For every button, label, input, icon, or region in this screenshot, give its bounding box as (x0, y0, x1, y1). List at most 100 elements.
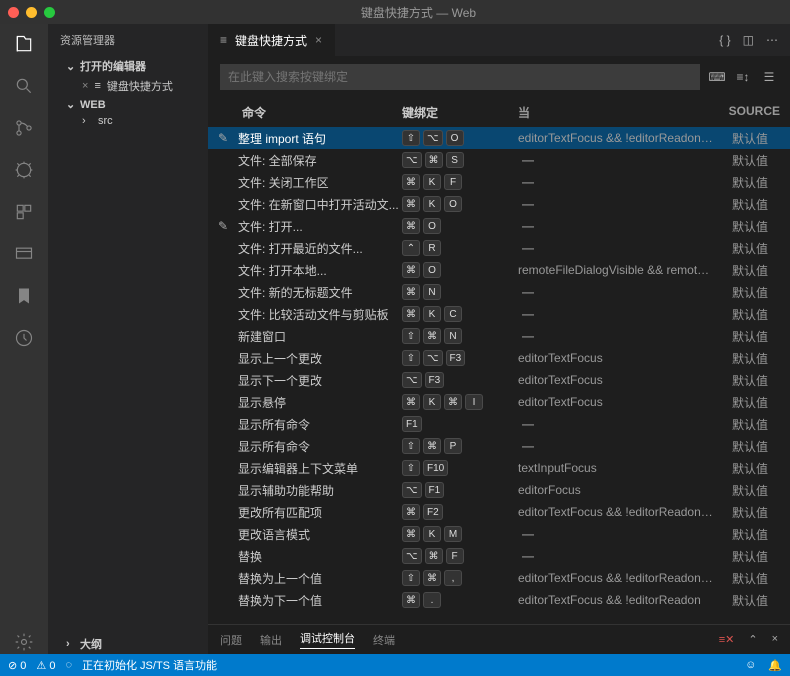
explorer-icon[interactable] (12, 32, 36, 56)
table-row[interactable]: ✎文件: 打开...⌘O—默认值 (208, 215, 790, 237)
command-label: 文件: 打开本地... (238, 262, 327, 279)
bottom-panel: 问题 输出 调试控制台 终端 ≡✕ ⌃ × (208, 624, 790, 654)
settings-icon[interactable] (12, 630, 36, 654)
when-cell: — (512, 285, 732, 299)
outline-section[interactable]: ›大纲 (48, 634, 208, 654)
table-row[interactable]: 显示辅助功能帮助⌥F1editorFocus默认值 (208, 479, 790, 501)
minimize-window[interactable] (26, 7, 37, 18)
extensions-icon[interactable] (12, 200, 36, 224)
command-label: 替换为下一个值 (238, 592, 322, 609)
status-warnings[interactable]: ⚠ 0 (36, 659, 55, 672)
sort-icon[interactable]: ≡↕ (734, 70, 752, 84)
editor-area: ≡ 键盘快捷方式 × { } ◫ ⋯ ⌨ ≡↕ ☰ 命令 键绑定 当 SOURC… (208, 24, 790, 654)
when-cell: textInputFocus (512, 461, 732, 475)
source-cell: 默认值 (732, 592, 780, 609)
bell-icon[interactable]: 🔔 (768, 659, 782, 672)
table-row[interactable]: 文件: 新的无标题文件⌘N—默认值 (208, 281, 790, 303)
edit-icon[interactable]: ✎ (218, 131, 232, 145)
tab-keybindings[interactable]: ≡ 键盘快捷方式 × (208, 24, 335, 56)
table-row[interactable]: 显示上一个更改⇧⌥F3editorTextFocus默认值 (208, 347, 790, 369)
table-row[interactable]: 文件: 在新窗口中打开活动文...⌘KO—默认值 (208, 193, 790, 215)
table-header: 命令 键绑定 当 SOURCE (208, 98, 790, 127)
folder-section[interactable]: ⌄WEB (48, 96, 208, 113)
close-icon[interactable]: × (82, 80, 88, 92)
table-row[interactable]: 显示所有命令F1—默认值 (208, 413, 790, 435)
search-input[interactable] (220, 64, 700, 90)
panel-output[interactable]: 输出 (260, 632, 282, 648)
status-bar: ⊘ 0 ⚠ 0 ◌ 正在初始化 JS/TS 语言功能 ☺ 🔔 (0, 654, 790, 676)
folder-src[interactable]: ›src (48, 113, 208, 129)
table-row[interactable]: 更改语言模式⌘KM—默认值 (208, 523, 790, 545)
table-row[interactable]: ✎整理 import 语句⇧⌥OeditorTextFocus && !edit… (208, 127, 790, 149)
close-window[interactable] (8, 7, 19, 18)
when-cell: — (512, 417, 732, 431)
table-row[interactable]: 替换⌥⌘F—默认值 (208, 545, 790, 567)
table-row[interactable]: 替换为上一个值⇧⌘,editorTextFocus && !editorRead… (208, 567, 790, 589)
when-cell: editorTextFocus && !editorReadon… (512, 131, 732, 145)
table-row[interactable]: 新建窗口⇧⌘N—默认值 (208, 325, 790, 347)
status-errors[interactable]: ⊘ 0 (8, 659, 26, 672)
bookmark-icon[interactable] (12, 284, 36, 308)
json-icon[interactable]: { } (719, 33, 730, 47)
maximize-window[interactable] (44, 7, 55, 18)
status-message: 正在初始化 JS/TS 语言功能 (82, 657, 217, 673)
panel-debug-console[interactable]: 调试控制台 (300, 630, 355, 649)
col-source[interactable]: SOURCE (729, 104, 780, 121)
record-keys-icon[interactable]: ⌨ (708, 70, 726, 84)
panel-close-icon[interactable]: × (772, 633, 778, 646)
command-label: 显示下一个更改 (238, 372, 322, 389)
when-cell: editorTextFocus && !editorReadon… (512, 505, 732, 519)
more-icon[interactable]: ⋯ (766, 33, 778, 47)
filter-icon[interactable]: ☰ (760, 70, 778, 84)
table-row[interactable]: 显示所有命令⇧⌘P—默认值 (208, 435, 790, 457)
keybinding-cell: ⌘KF (402, 174, 512, 190)
keybinding-cell: ⌘KC (402, 306, 512, 322)
source-cell: 默认值 (732, 482, 780, 499)
table-row[interactable]: 显示下一个更改⌥F3editorTextFocus默认值 (208, 369, 790, 391)
debug-icon[interactable] (12, 158, 36, 182)
table-row[interactable]: 替换为下一个值⌘.editorTextFocus && !editorReado… (208, 589, 790, 611)
panel-maximize-icon[interactable]: ⌃ (748, 633, 757, 646)
timeline-icon[interactable] (12, 326, 36, 350)
table-row[interactable]: 更改所有匹配项⌘F2editorTextFocus && !editorRead… (208, 501, 790, 523)
keybinding-cell: ⌘KO (402, 196, 512, 212)
remote-icon[interactable] (12, 242, 36, 266)
source-cell: 默认值 (732, 240, 780, 257)
when-cell: editorFocus (512, 483, 732, 497)
table-row[interactable]: 文件: 打开最近的文件...⌃R—默认值 (208, 237, 790, 259)
edit-icon[interactable]: ✎ (218, 219, 232, 233)
split-icon[interactable]: ◫ (743, 33, 754, 47)
command-label: 整理 import 语句 (238, 130, 326, 147)
clear-icon[interactable]: ≡✕ (719, 633, 735, 646)
when-cell: — (512, 329, 732, 343)
keybindings-icon: ≡ (220, 33, 227, 47)
search-icon[interactable] (12, 74, 36, 98)
command-label: 文件: 关闭工作区 (238, 174, 329, 191)
source-cell: 默认值 (732, 504, 780, 521)
command-label: 文件: 在新窗口中打开活动文... (238, 196, 399, 213)
feedback-icon[interactable]: ☺ (745, 659, 756, 672)
table-row[interactable]: 文件: 全部保存⌥⌘S—默认值 (208, 149, 790, 171)
keybindings-list[interactable]: ✎整理 import 语句⇧⌥OeditorTextFocus && !edit… (208, 127, 790, 624)
col-command[interactable]: 命令 (218, 104, 402, 121)
table-row[interactable]: 文件: 关闭工作区⌘KF—默认值 (208, 171, 790, 193)
command-label: 文件: 比较活动文件与剪贴板 (238, 306, 389, 323)
chevron-down-icon: ⌄ (66, 98, 76, 111)
table-row[interactable]: 文件: 比较活动文件与剪贴板⌘KC—默认值 (208, 303, 790, 325)
open-editor-item[interactable]: ×≡键盘快捷方式 (48, 76, 208, 96)
source-control-icon[interactable] (12, 116, 36, 140)
table-row[interactable]: 显示悬停⌘K⌘IeditorTextFocus默认值 (208, 391, 790, 413)
keybinding-cell: ⌥⌘F (402, 548, 512, 564)
table-row[interactable]: 文件: 打开本地...⌘OremoteFileDialogVisible && … (208, 259, 790, 281)
sidebar: 资源管理器 ⌄打开的编辑器 ×≡键盘快捷方式 ⌄WEB ›src ›大纲 (48, 24, 208, 654)
close-icon[interactable]: × (315, 33, 322, 47)
open-editors-section[interactable]: ⌄打开的编辑器 (48, 56, 208, 76)
col-keybinding[interactable]: 键绑定 (402, 104, 512, 121)
window-controls[interactable] (8, 7, 55, 18)
table-row[interactable]: 显示编辑器上下文菜单⇧F10textInputFocus默认值 (208, 457, 790, 479)
panel-terminal[interactable]: 终端 (373, 632, 395, 648)
col-when[interactable]: 当 (512, 104, 729, 121)
panel-problems[interactable]: 问题 (220, 632, 242, 648)
command-label: 显示编辑器上下文菜单 (238, 460, 358, 477)
keybinding-cell: ⌘O (402, 218, 512, 234)
